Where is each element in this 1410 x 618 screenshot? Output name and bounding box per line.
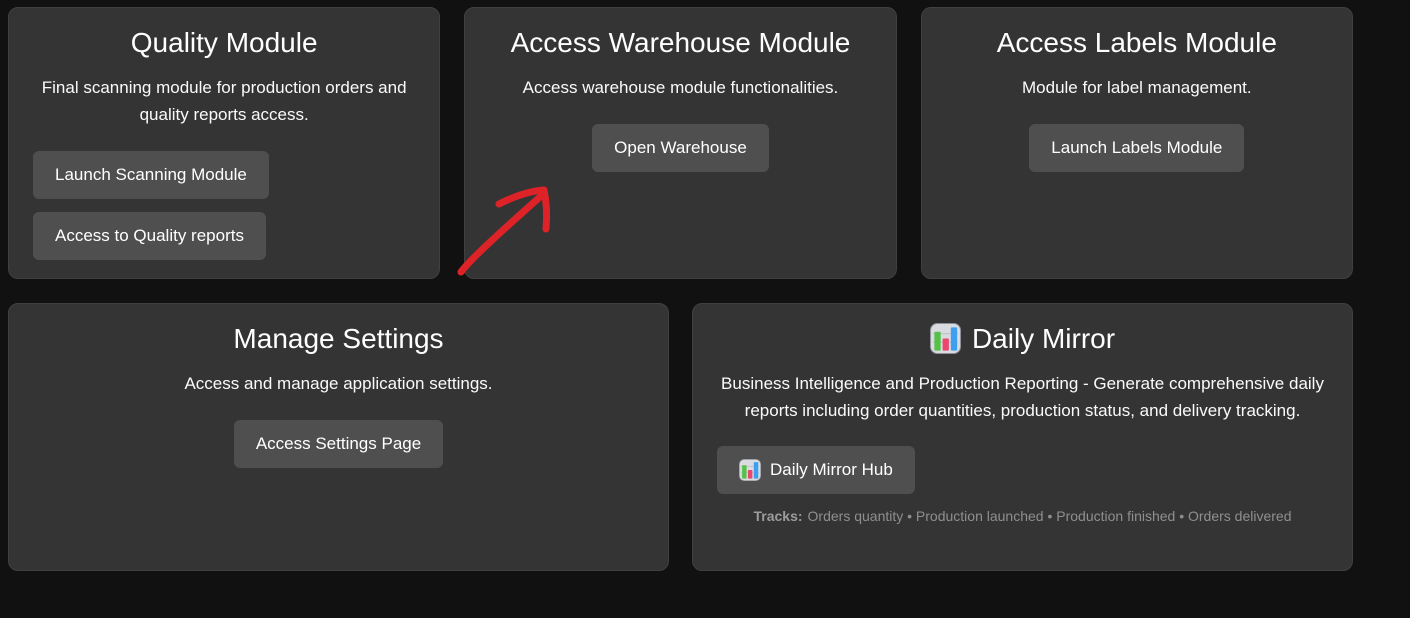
card-title: Access Warehouse Module <box>489 26 871 59</box>
card-description: Access and manage application settings. <box>33 370 644 397</box>
card-title: Access Labels Module <box>946 26 1328 59</box>
top-row: Quality Module Final scanning module for… <box>8 7 1353 279</box>
card-title: Daily Mirror <box>717 322 1328 355</box>
bottom-row: Manage Settings Access and manage applic… <box>8 303 1353 571</box>
card-description: Module for label management. <box>946 74 1328 101</box>
button-stack: Launch Scanning Module Access to Quality… <box>33 151 415 260</box>
bar-chart-icon <box>930 323 961 354</box>
card-manage-settings: Manage Settings Access and manage applic… <box>8 303 669 571</box>
card-title-text: Daily Mirror <box>972 322 1115 355</box>
card-title: Manage Settings <box>33 322 644 355</box>
card-title: Quality Module <box>33 26 415 59</box>
access-settings-page-button[interactable]: Access Settings Page <box>234 420 443 468</box>
launch-scanning-module-button[interactable]: Launch Scanning Module <box>33 151 269 199</box>
card-description: Final scanning module for production ord… <box>33 74 415 128</box>
card-quality-module: Quality Module Final scanning module for… <box>8 7 440 279</box>
tracks-label: Tracks: <box>753 508 802 524</box>
card-labels-module: Access Labels Module Module for label ma… <box>921 7 1353 279</box>
open-warehouse-button[interactable]: Open Warehouse <box>592 124 769 172</box>
tracks-items: Orders quantity • Production launched • … <box>808 508 1292 524</box>
access-quality-reports-button[interactable]: Access to Quality reports <box>33 212 266 260</box>
tracks-footer: Tracks: Orders quantity • Production laun… <box>717 506 1328 526</box>
daily-mirror-hub-button[interactable]: Daily Mirror Hub <box>717 446 915 494</box>
bar-chart-icon <box>739 459 761 481</box>
card-warehouse-module: Access Warehouse Module Access warehouse… <box>464 7 896 279</box>
card-description: Access warehouse module functionalities. <box>489 74 871 101</box>
card-description: Business Intelligence and Production Rep… <box>717 370 1328 424</box>
module-dashboard: Quality Module Final scanning module for… <box>8 7 1353 571</box>
card-daily-mirror: Daily Mirror Business Intelligence and P… <box>692 303 1353 571</box>
launch-labels-module-button[interactable]: Launch Labels Module <box>1029 124 1244 172</box>
daily-mirror-hub-button-label: Daily Mirror Hub <box>770 459 893 481</box>
